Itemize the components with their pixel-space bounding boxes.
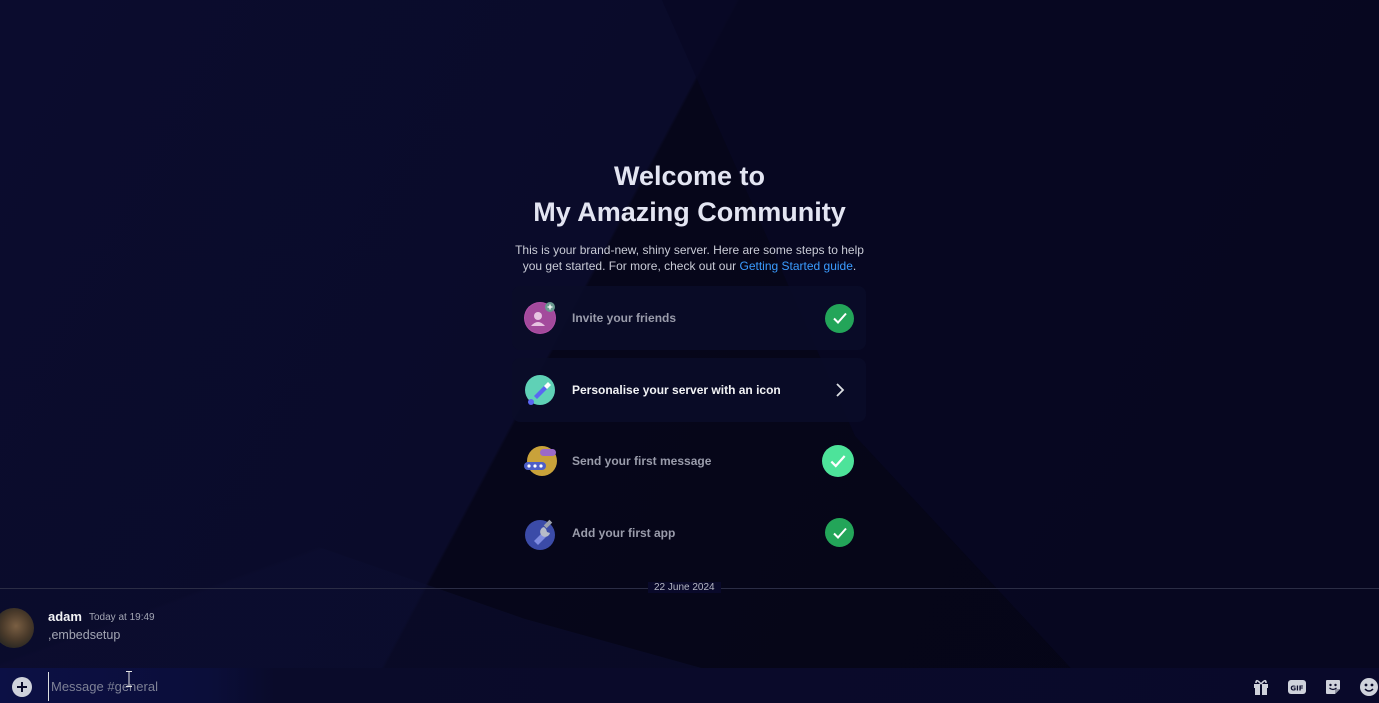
- emoji-button[interactable]: [1359, 677, 1379, 697]
- welcome-section: Welcome to My Amazing Community This is …: [0, 158, 1379, 274]
- welcome-description: This is your brand-new, shiny server. He…: [500, 242, 880, 274]
- sticker-button[interactable]: [1323, 677, 1343, 697]
- invite-friends-icon: [524, 302, 556, 334]
- message-item[interactable]: adam Today at 19:49 ,embedsetup: [0, 605, 1379, 649]
- welcome-title-line1: Welcome to: [613, 161, 766, 191]
- sticker-icon: [1326, 680, 1340, 694]
- welcome-title: Welcome to My Amazing Community: [0, 158, 1379, 230]
- message-author[interactable]: adam: [48, 609, 82, 624]
- checkmark-icon: [825, 518, 854, 547]
- welcome-desc-line1: This is your brand-new, shiny server. He…: [515, 243, 864, 257]
- date-divider-label: 22 June 2024: [648, 582, 721, 593]
- message-content: ,embedsetup: [48, 628, 121, 642]
- welcome-desc-line2: you get started. For more, check out our: [522, 259, 740, 273]
- gif-icon: GIF: [1288, 680, 1306, 694]
- onboarding-checklist: Invite your friends Personalise your ser…: [512, 286, 866, 572]
- task-label: Add your first app: [572, 525, 676, 540]
- text-cursor-icon: [126, 671, 132, 687]
- gif-button[interactable]: GIF: [1287, 677, 1307, 697]
- task-send-first-message[interactable]: Send your first message: [512, 429, 866, 493]
- gift-button[interactable]: [1251, 677, 1271, 697]
- emoji-icon: [1360, 678, 1378, 696]
- task-invite-friends[interactable]: Invite your friends: [512, 286, 866, 350]
- message-composer: GIF: [0, 668, 1379, 703]
- personalise-icon: [524, 374, 556, 406]
- task-label: Send your first message: [572, 454, 712, 468]
- send-message-icon: [524, 445, 557, 477]
- welcome-desc-period: .: [852, 259, 857, 273]
- task-label: Invite your friends: [572, 311, 677, 325]
- getting-started-guide-link[interactable]: Getting Started guide: [740, 259, 853, 273]
- checkmark-icon: [822, 445, 854, 477]
- server-name: My Amazing Community: [533, 197, 846, 227]
- message-input[interactable]: [48, 672, 1233, 701]
- gift-icon: [1254, 679, 1268, 695]
- message-timestamp: Today at 19:49: [89, 612, 155, 623]
- chevron-right-icon: [830, 380, 850, 400]
- avatar[interactable]: [0, 608, 34, 648]
- task-add-first-app[interactable]: Add your first app: [512, 501, 866, 565]
- checkmark-icon: [825, 303, 854, 333]
- svg-text:GIF: GIF: [1290, 685, 1303, 693]
- task-label: Personalise your server with an icon: [572, 382, 781, 397]
- plus-icon: [17, 682, 27, 692]
- task-personalise-server[interactable]: Personalise your server with an icon: [512, 357, 866, 422]
- add-app-icon: [524, 517, 556, 550]
- upload-plus-button[interactable]: [12, 677, 32, 697]
